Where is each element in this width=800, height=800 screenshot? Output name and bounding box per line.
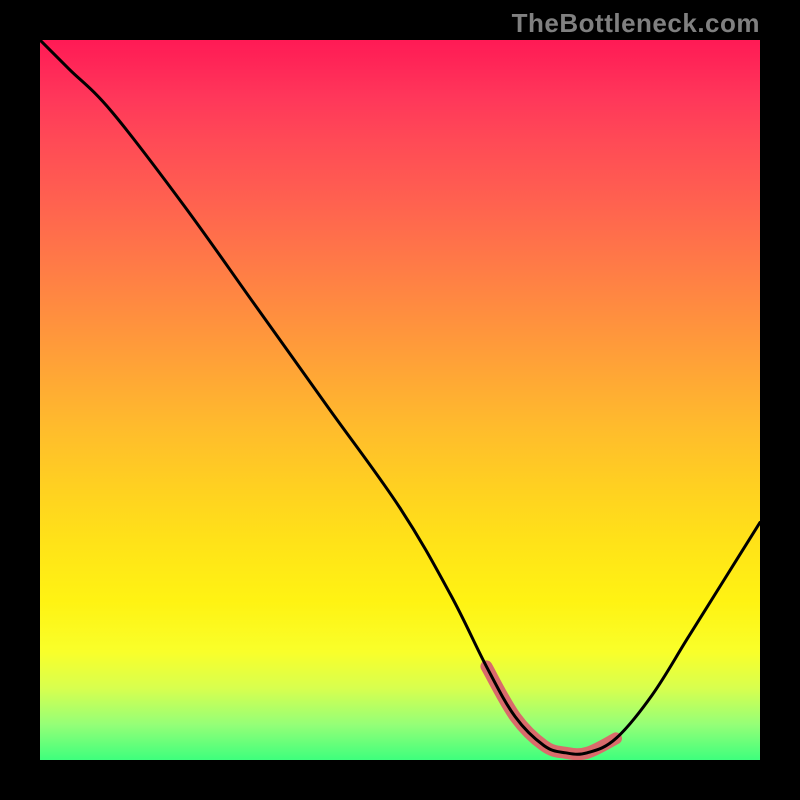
- watermark-text: TheBottleneck.com: [512, 8, 760, 39]
- curve-svg: [40, 40, 760, 760]
- chart-frame: TheBottleneck.com: [0, 0, 800, 800]
- highlight-line: [486, 666, 616, 754]
- plot-area: [40, 40, 760, 760]
- bottleneck-curve-line: [40, 40, 760, 754]
